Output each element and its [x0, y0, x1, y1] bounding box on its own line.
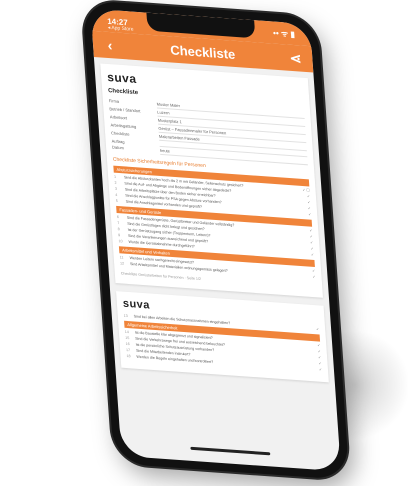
phone-screen: 14:27 •• ᯤ ▮ ◂ App Store ‹ Checkliste ⋖ …: [90, 8, 341, 472]
phone-mockup: 14:27 •• ᯤ ▮ ◂ App Store ‹ Checkliste ⋖ …: [82, 0, 350, 486]
document-page-1: suva Checkliste Firma Muster Maler Betrie…: [100, 63, 323, 298]
document-list[interactable]: suva Checkliste Firma Muster Maler Betrie…: [94, 57, 336, 397]
phone-frame: 14:27 •• ᯤ ▮ ◂ App Store ‹ Checkliste ⋖ …: [82, 0, 350, 481]
status-icons: •• ᯤ ▮: [272, 28, 296, 39]
document-page-2: suva 13 Sind bei allen Arbeiten die Schut…: [116, 291, 329, 383]
chevron-left-icon[interactable]: ‹: [102, 37, 117, 54]
page-title: Checkliste: [169, 41, 236, 62]
share-icon[interactable]: ⋖: [288, 49, 303, 67]
home-indicator[interactable]: [190, 446, 271, 456]
stage: 14:27 •• ᯤ ▮ ◂ App Store ‹ Checkliste ⋖ …: [0, 0, 408, 481]
